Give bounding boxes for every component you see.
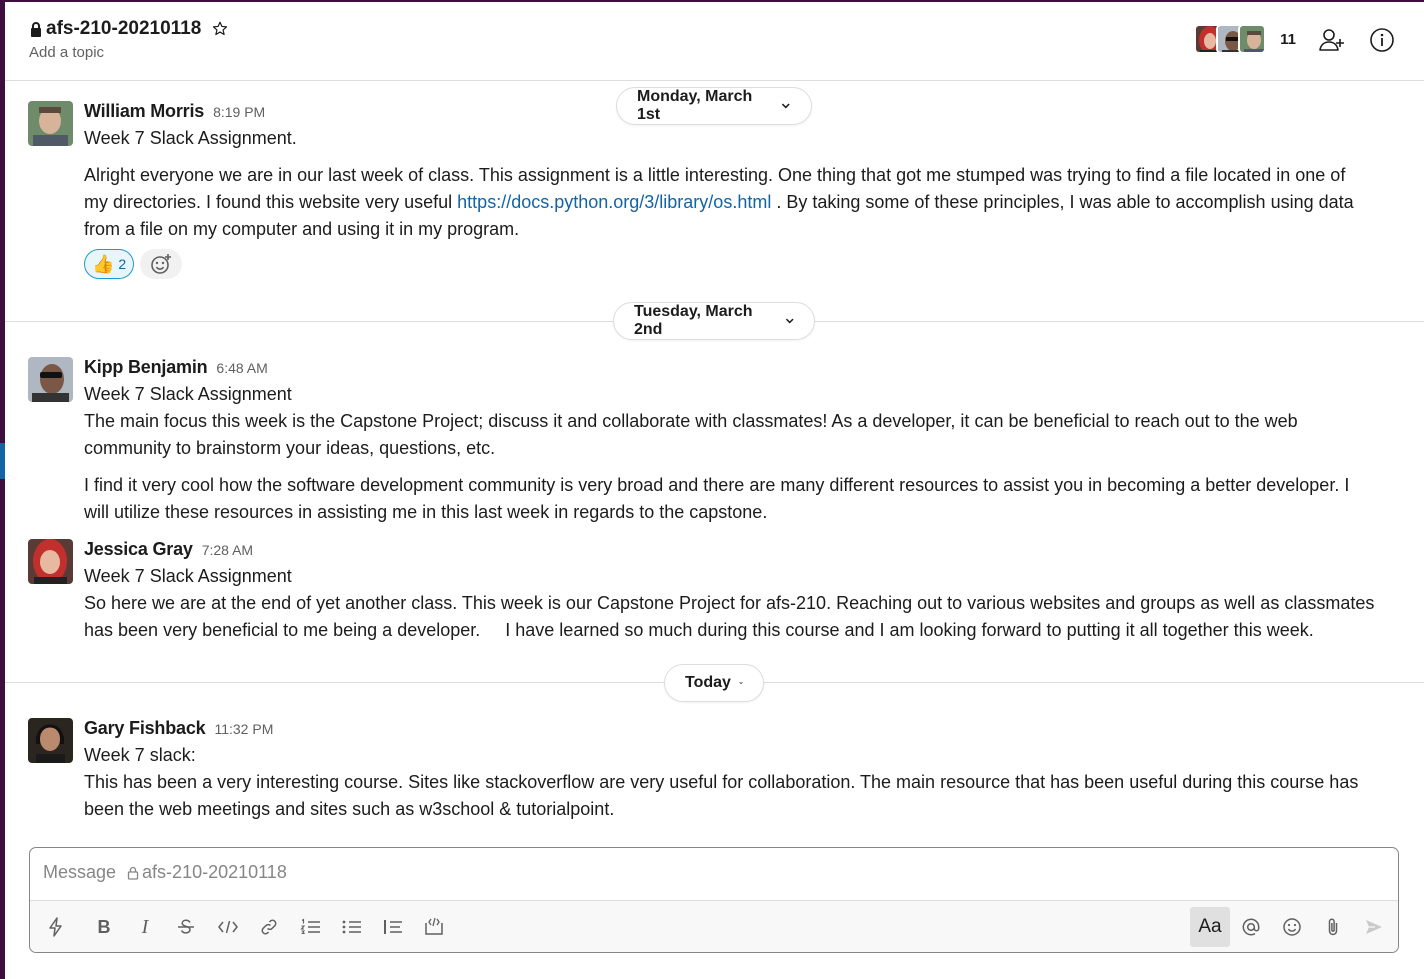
format-label: Aa xyxy=(1198,916,1222,937)
reaction-thumbs-up[interactable]: 👍 2 xyxy=(84,249,135,279)
message-text: from a file on my computer and using it … xyxy=(84,219,520,239)
reaction-count: 2 xyxy=(118,256,127,272)
code-block-button[interactable] xyxy=(418,911,450,943)
chevron-down-icon xyxy=(782,103,791,109)
star-icon[interactable] xyxy=(211,20,229,38)
author-name[interactable]: Jessica Gray xyxy=(84,539,193,560)
message-body: Gary Fishback 11:32 PM Week 7 slack: Thi… xyxy=(84,718,1404,823)
avatar[interactable] xyxy=(28,718,73,763)
message-body: Jessica Gray 7:28 AM Week 7 Slack Assign… xyxy=(84,539,1404,644)
message-text: The main focus this week is the Capstone… xyxy=(84,411,1298,431)
ordered-list-button[interactable] xyxy=(295,911,327,943)
message-text: Week 7 Slack Assignment xyxy=(84,566,292,586)
mention-button[interactable] xyxy=(1235,911,1267,943)
strikethrough-button[interactable] xyxy=(170,911,202,943)
blockquote-button[interactable] xyxy=(377,911,409,943)
info-icon xyxy=(1370,28,1394,52)
timestamp[interactable]: 6:48 AM xyxy=(216,360,267,376)
lock-icon xyxy=(31,21,41,37)
author-name[interactable]: William Morris xyxy=(84,101,204,122)
add-member-button[interactable] xyxy=(1316,24,1348,56)
add-emoji-icon xyxy=(151,254,172,274)
smiley-icon xyxy=(1283,918,1301,936)
date-divider-button[interactable]: Today xyxy=(664,664,764,702)
code-button[interactable] xyxy=(212,911,244,943)
at-sign-icon xyxy=(1242,918,1260,936)
thumbs-up-icon: 👍 xyxy=(92,253,115,274)
channel-details-button[interactable] xyxy=(1366,24,1398,56)
avatar[interactable] xyxy=(28,101,73,146)
message-text: my directories. I found this website ver… xyxy=(84,192,1354,212)
chevron-down-icon xyxy=(739,681,743,685)
emoji-button[interactable] xyxy=(1276,911,1308,943)
composer-toolbar: B I Aa xyxy=(30,900,1398,952)
ordered-list-icon xyxy=(300,918,320,935)
link-button[interactable] xyxy=(253,911,285,943)
sidebar-edge xyxy=(0,0,5,979)
message-text: So here we are at the end of yet another… xyxy=(84,593,1375,613)
formatting-toggle-button[interactable]: Aa xyxy=(1190,907,1230,947)
code-block-icon xyxy=(425,917,443,935)
placeholder-prefix: Message xyxy=(43,862,122,882)
member-avatars[interactable]: 11 xyxy=(1194,24,1296,54)
timestamp[interactable]: 11:32 PM xyxy=(214,721,273,737)
message-body: William Morris 8:19 PM Week 7 Slack Assi… xyxy=(84,101,1404,279)
lock-icon xyxy=(127,866,139,880)
member-count: 11 xyxy=(1280,30,1296,48)
reactions: 👍 2 xyxy=(84,249,1404,279)
channel-header: afs-210-20210118 Add a topic 11 xyxy=(5,2,1424,81)
italic-button[interactable]: I xyxy=(129,911,161,943)
message-input[interactable]: Message afs-210-20210118 xyxy=(43,862,287,883)
message-text: Alright everyone we are in our last week… xyxy=(84,165,1346,185)
add-person-icon xyxy=(1319,29,1344,51)
message-text: Week 7 slack: xyxy=(84,745,196,765)
attach-button[interactable] xyxy=(1317,911,1349,943)
link-icon xyxy=(261,919,277,935)
message-link[interactable]: https://docs.python.org/3/library/os.htm… xyxy=(457,192,771,212)
message-text: community to brainstorm your ideas, ques… xyxy=(84,438,496,458)
italic-icon: I xyxy=(141,915,149,938)
message-text: has been very beneficial to me being a d… xyxy=(84,620,1314,640)
add-reaction-button[interactable] xyxy=(140,249,183,279)
date-label: Monday, March 1st xyxy=(637,88,753,123)
message-body: Kipp Benjamin 6:48 AM Week 7 Slack Assig… xyxy=(84,357,1404,526)
code-icon xyxy=(218,920,238,934)
message-text: been the web meetings and sites such as … xyxy=(84,799,615,819)
member-avatar xyxy=(1238,24,1267,54)
bulleted-list-button[interactable] xyxy=(336,911,368,943)
avatar[interactable] xyxy=(28,357,73,402)
message-text: Week 7 Slack Assignment xyxy=(84,384,292,404)
author-name[interactable]: Gary Fishback xyxy=(84,718,206,739)
send-icon xyxy=(1366,920,1382,934)
message-text: will utilize these resources in assistin… xyxy=(84,502,768,522)
bold-button[interactable]: B xyxy=(88,911,120,943)
channel-title[interactable]: afs-210-20210118 xyxy=(30,18,229,40)
avatar[interactable] xyxy=(28,539,73,584)
author-name[interactable]: Kipp Benjamin xyxy=(84,357,208,378)
lightning-icon xyxy=(49,917,62,937)
paperclip-icon xyxy=(1328,918,1338,936)
placeholder-channel: afs-210-20210118 xyxy=(142,862,287,882)
date-divider-button[interactable]: Monday, March 1st xyxy=(616,87,812,125)
chevron-down-icon xyxy=(785,318,794,324)
message-text: Week 7 Slack Assignment. xyxy=(84,128,297,148)
channel-name: afs-210-20210118 xyxy=(46,18,202,39)
strikethrough-icon xyxy=(178,919,194,934)
send-button[interactable] xyxy=(1358,911,1390,943)
shortcuts-button[interactable] xyxy=(40,911,72,943)
blockquote-icon xyxy=(384,920,402,934)
bulleted-list-icon xyxy=(342,920,361,934)
message-composer: Message afs-210-20210118 B I Aa xyxy=(29,847,1399,953)
bold-icon: B xyxy=(97,916,111,937)
timestamp[interactable]: 8:19 PM xyxy=(213,104,265,120)
message-text: This has been a very interesting course.… xyxy=(84,772,1359,792)
sidebar-selection-marker xyxy=(0,443,5,479)
timestamp[interactable]: 7:28 AM xyxy=(202,542,253,558)
date-divider-button[interactable]: Tuesday, March 2nd xyxy=(613,302,815,340)
date-label: Today xyxy=(685,674,731,691)
date-label: Tuesday, March 2nd xyxy=(634,303,753,338)
channel-topic[interactable]: Add a topic xyxy=(29,44,104,61)
message-text: I find it very cool how the software dev… xyxy=(84,475,1350,495)
